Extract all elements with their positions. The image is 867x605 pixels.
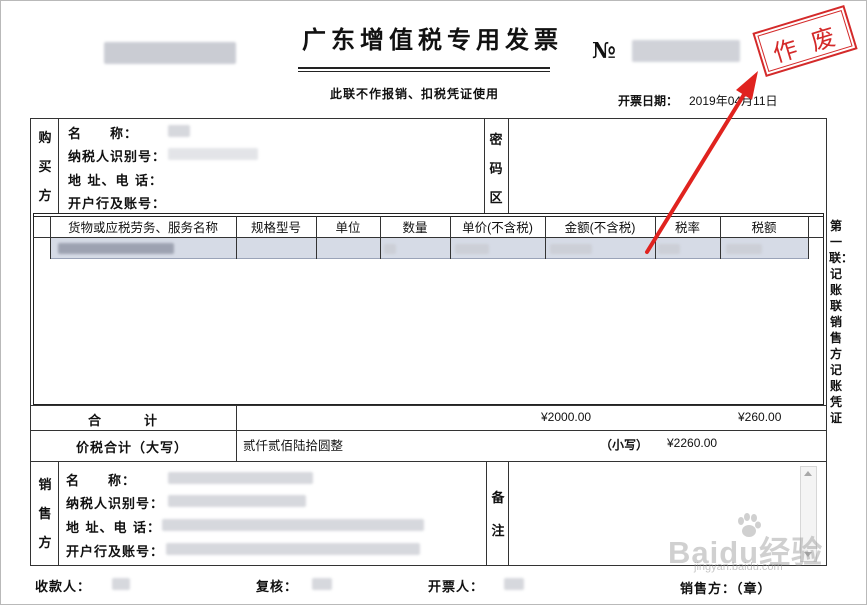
annotation-arrow [645, 71, 758, 254]
